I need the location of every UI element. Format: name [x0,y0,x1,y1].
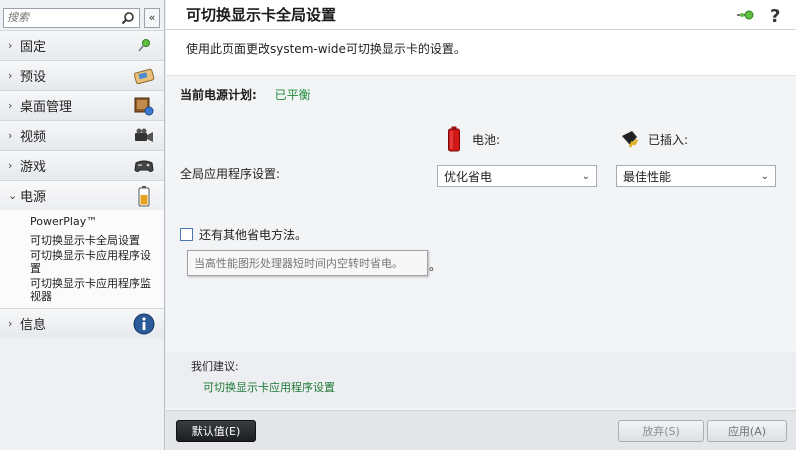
sidebar-item-label: 游戏 [20,160,47,175]
power-plan-label: 当前电源计划: [180,88,257,102]
chevron-right-icon: › [8,99,13,112]
pin-icon [132,34,156,58]
search-box[interactable] [3,7,141,28]
page-title: 可切换显示卡全局设置 [186,6,337,24]
apply-button[interactable]: 应用(A) [707,420,787,442]
sidebar-item-label: 电源 [20,190,47,205]
chevron-down-icon: ⌄ [581,170,590,182]
recommendation-link[interactable]: 可切换显示卡应用程序设置 [191,379,796,395]
footer-bar: 默认值(E) 放弃(S) 应用(A) [166,410,796,450]
video-camera-icon [132,124,156,148]
other-methods-row[interactable]: 还有其他省电方法。 [180,226,307,243]
recommendation-section: 我们建议: 可切换显示卡应用程序设置 [166,352,796,408]
submenu-item-switchable-app-settings[interactable]: 可切换显示卡应用程序设置 [0,248,164,276]
info-icon [132,312,156,336]
default-button[interactable]: 默认值(E) [176,420,256,442]
power-plan-row: 当前电源计划: 已平衡 [180,86,311,103]
sidebar-item-gaming[interactable]: › 游戏 [0,150,164,180]
discard-button[interactable]: 放弃(S) [618,420,704,442]
sidebar-item-desktop-management[interactable]: › 桌面管理 [0,90,164,120]
sidebar-item-label: 视频 [20,130,47,145]
chevron-right-icon: › [8,39,13,52]
desktop-management-icon [132,94,156,118]
page-header: 可切换显示卡全局设置 ? [166,0,796,30]
sidebar-item-presets[interactable]: › 预设 [0,60,164,90]
chevron-right-icon: › [8,317,13,330]
sidebar-item-label: 固定 [20,40,47,55]
sidebar-item-pin[interactable]: › 固定 [0,30,164,60]
chevron-right-icon: › [8,69,13,82]
chevron-down-icon: ⌄ [760,170,769,182]
search-icon[interactable] [120,10,136,26]
plugged-column-label: 已插入: [648,132,689,147]
settings-content: 当前电源计划: 已平衡 电池: 已插入: 全局应用程序设置: 优化省电 ⌄ 最佳… [166,77,796,350]
plugged-setting-value: 最佳性能 [623,169,672,184]
main-panel: 可切换显示卡全局设置 ? 使用此页面更改system-wide可切换显示卡的设置… [166,0,796,450]
chevron-down-icon: ⌄ [8,189,18,202]
submenu-item-switchable-app-monitor[interactable]: 可切换显示卡应用程序监视器 [0,276,164,304]
power-plug-icon [618,125,642,153]
pin-page-icon[interactable] [736,5,756,25]
battery-setting-select[interactable]: 优化省电 ⌄ [437,165,597,187]
power-submenu: PowerPlay™ 可切换显示卡全局设置 可切换显示卡应用程序设置 可切换显示… [0,210,164,308]
page-description: 使用此页面更改system-wide可切换显示卡的设置。 [166,30,796,76]
sidebar-item-label: 信息 [20,318,47,333]
search-row: « [0,0,164,30]
tooltip-obscured-text-tail: 。 [429,259,442,273]
plugged-column-header: 已插入: [618,125,688,153]
search-input[interactable] [7,11,121,24]
tooltip: 当高性能图形处理器短时间内空转时省电。 [187,250,428,276]
chevron-right-icon: › [8,129,13,142]
other-methods-checkbox[interactable] [180,228,193,241]
help-icon[interactable]: ? [766,5,786,25]
sidebar-item-video[interactable]: › 视频 [0,120,164,150]
sidebar-item-label: 预设 [20,70,47,85]
collapse-panel-button[interactable]: « [144,7,160,28]
battery-icon [132,184,156,208]
submenu-item-powerplay[interactable]: PowerPlay™ [0,213,164,233]
battery-icon [442,125,466,153]
battery-column-label: 电池: [472,132,501,147]
power-plan-value: 已平衡 [274,88,311,102]
sidebar-item-information[interactable]: › 信息 [0,308,164,338]
sidebar-item-label: 桌面管理 [20,100,73,115]
global-setting-label: 全局应用程序设置: [180,167,281,181]
svg-text:?: ? [770,6,780,25]
left-navigation-panel: « › 固定 › 预设 › 桌面管理 › 视频 › 游戏 ⌄ [0,0,165,450]
battery-column-header: 电池: [442,125,500,153]
battery-setting-value: 优化省电 [444,169,493,184]
plugged-setting-select[interactable]: 最佳性能 ⌄ [616,165,776,187]
gamepad-icon [132,154,156,178]
other-methods-label: 还有其他省电方法。 [199,228,308,242]
sidebar-item-power[interactable]: ⌄ 电源 [0,180,164,210]
chevron-right-icon: › [8,159,13,172]
presets-icon [132,64,156,88]
recommendation-label: 我们建议: [191,360,239,373]
submenu-item-switchable-global[interactable]: 可切换显示卡全局设置 [0,233,164,248]
